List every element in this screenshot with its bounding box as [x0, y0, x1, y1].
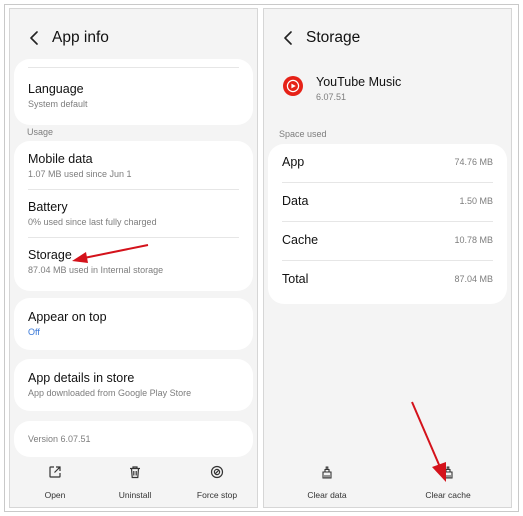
trash-icon	[126, 463, 144, 481]
divider	[28, 237, 239, 238]
language-item[interactable]: Language System default	[28, 82, 239, 110]
space-used-label: Space used	[279, 129, 327, 139]
battery-item[interactable]: Battery 0% used since last fully charged	[28, 200, 239, 228]
chevron-left-icon	[30, 31, 38, 45]
storage-header: Storage	[264, 23, 511, 53]
storage-value: 87.04 MB used in Internal storage	[28, 265, 164, 275]
mobile-data-item[interactable]: Mobile data 1.07 MB used since Jun 1	[28, 152, 239, 180]
clear-cache-icon	[439, 463, 457, 481]
space-used-card: App 74.76 MB Data 1.50 MB Cache 10.78 MB…	[268, 144, 507, 304]
usage-section-label: Usage	[27, 127, 54, 137]
divider	[282, 260, 493, 261]
appear-on-top-value: Off	[28, 327, 40, 337]
open-button[interactable]: Open	[15, 463, 95, 500]
divider	[28, 189, 239, 190]
language-label: Language	[28, 82, 84, 96]
force-stop-label: Force stop	[196, 490, 238, 500]
storage-label: Storage	[28, 248, 72, 262]
app-header: YouTube Music 6.07.51	[282, 75, 501, 109]
battery-value: 0% used since last fully charged	[28, 217, 157, 227]
back-button[interactable]	[274, 24, 302, 52]
app-info-header: App info	[10, 23, 257, 53]
app-info-screen: App info Language System default Usage M…	[9, 8, 258, 508]
youtube-music-icon	[283, 76, 303, 96]
force-stop-button[interactable]: Force stop	[177, 463, 257, 500]
app-name: YouTube Music	[316, 75, 402, 89]
app-details-label: App details in store	[28, 371, 135, 385]
uninstall-button[interactable]: Uninstall	[95, 463, 175, 500]
divider	[28, 67, 239, 68]
app-details-item[interactable]: App details in store App downloaded from…	[28, 371, 239, 399]
storage-row-app: App 74.76 MB	[282, 152, 493, 172]
app-version: 6.07.51	[316, 92, 347, 102]
storage-row-value: 74.76 MB	[454, 157, 493, 167]
page-title: App info	[52, 29, 109, 46]
divider	[282, 221, 493, 222]
storage-bottom-bar: Clear data Clear cache	[264, 455, 511, 507]
usage-card: Mobile data 1.07 MB used since Jun 1 Bat…	[14, 141, 253, 291]
app-details-card: App details in store App downloaded from…	[14, 359, 253, 411]
storage-row-label: Cache	[282, 233, 319, 247]
storage-row-label: Data	[282, 194, 309, 208]
battery-label: Battery	[28, 200, 68, 214]
storage-row-value: 87.04 MB	[454, 274, 493, 284]
version-text: Version 6.07.51	[28, 434, 91, 444]
storage-row-value: 1.50 MB	[459, 196, 493, 206]
app-info-card-top: Language System default	[14, 59, 253, 125]
version-card: Version 6.07.51	[14, 421, 253, 457]
storage-row-label: Total	[282, 272, 309, 286]
open-label: Open	[44, 490, 66, 500]
storage-row-cache: Cache 10.78 MB	[282, 230, 493, 250]
clear-data-button[interactable]: Clear data	[287, 463, 367, 500]
clear-cache-label: Clear cache	[425, 490, 471, 500]
chevron-left-icon	[284, 31, 292, 45]
uninstall-label: Uninstall	[118, 490, 152, 500]
page-title: Storage	[306, 29, 361, 46]
storage-row-label: App	[282, 155, 305, 169]
mobile-data-value: 1.07 MB used since Jun 1	[28, 169, 132, 179]
appear-on-top-card: Appear on top Off	[14, 298, 253, 350]
appear-on-top-item[interactable]: Appear on top Off	[28, 310, 239, 338]
mobile-data-label: Mobile data	[28, 152, 93, 166]
storage-row-total: Total 87.04 MB	[282, 269, 493, 289]
force-stop-icon	[208, 463, 226, 481]
storage-screen: Storage YouTube Music 6.07.51 Space used…	[263, 8, 512, 508]
storage-item[interactable]: Storage 87.04 MB used in Internal storag…	[28, 248, 239, 276]
clear-data-icon	[318, 463, 336, 481]
open-external-icon	[46, 463, 64, 481]
storage-row-value: 10.78 MB	[454, 235, 493, 245]
back-button[interactable]	[20, 24, 48, 52]
clear-cache-button[interactable]: Clear cache	[408, 463, 488, 500]
divider	[282, 182, 493, 183]
version-row: Version 6.07.51	[28, 432, 239, 445]
storage-row-data: Data 1.50 MB	[282, 191, 493, 211]
appear-on-top-label: Appear on top	[28, 310, 107, 324]
app-details-value: App downloaded from Google Play Store	[28, 388, 192, 398]
language-value: System default	[28, 99, 88, 109]
clear-data-label: Clear data	[307, 490, 347, 500]
app-info-bottom-bar: Open Uninstall Force stop	[10, 455, 257, 507]
